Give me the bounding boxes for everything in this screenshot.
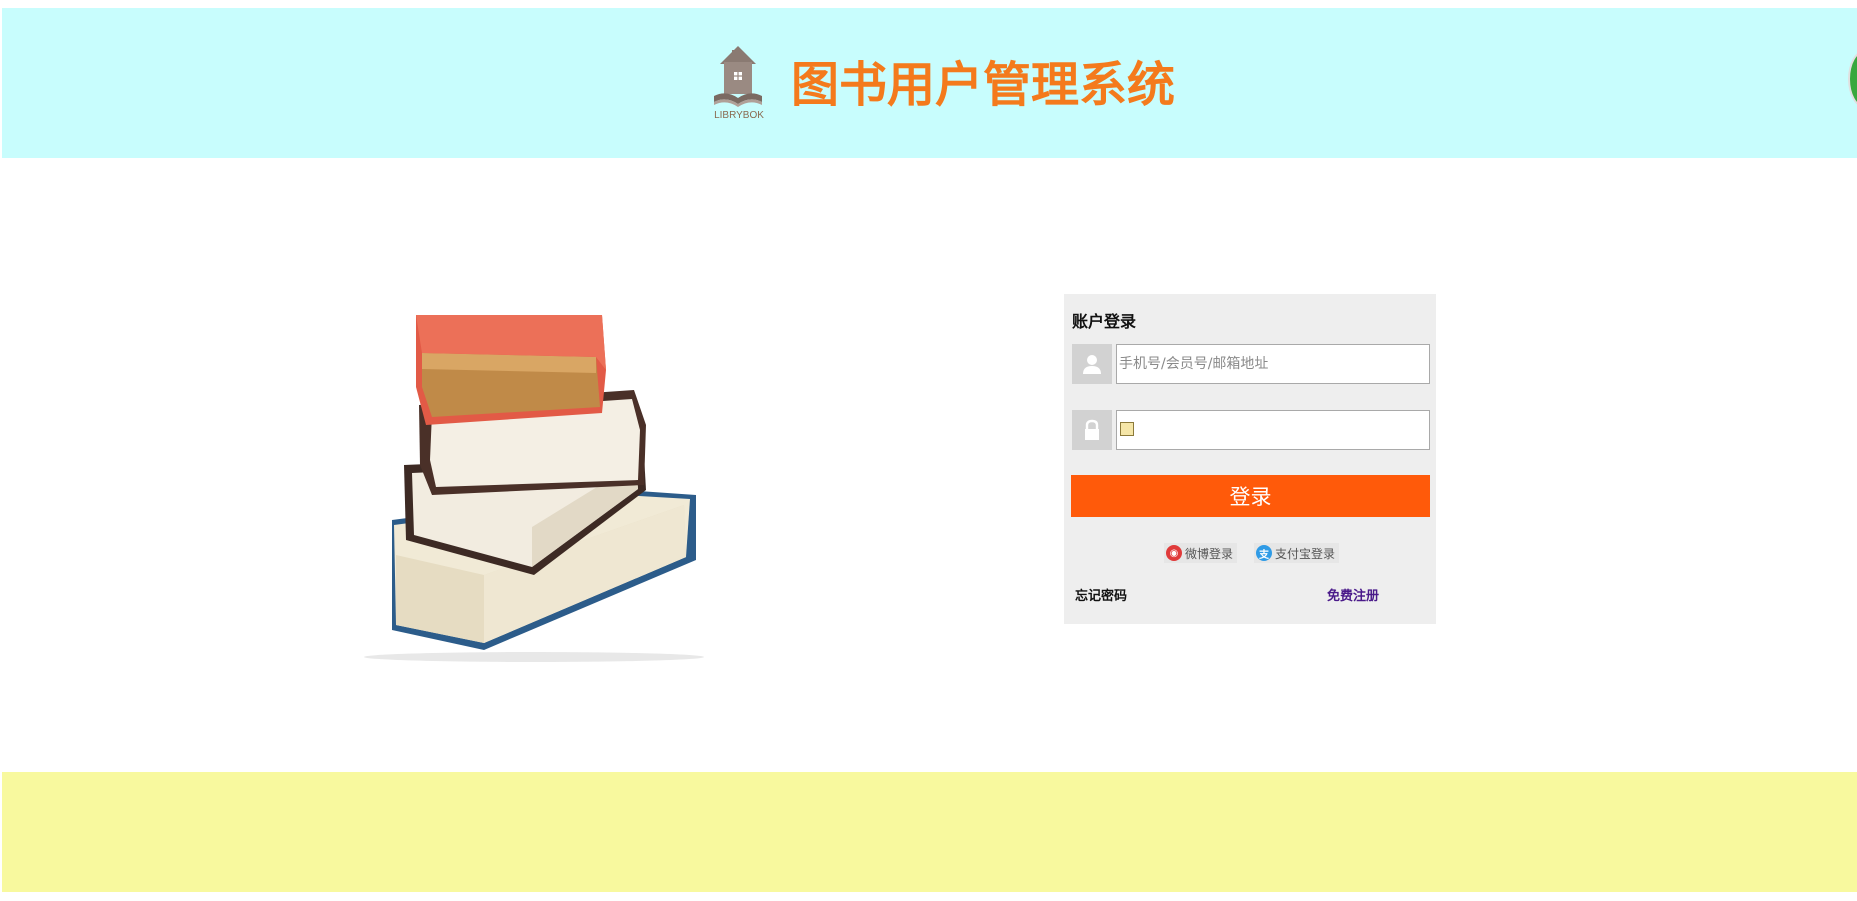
site-title: 图书用户管理系统 xyxy=(791,57,1176,113)
weibo-icon: ◉ xyxy=(1166,545,1182,561)
logo-text: LIBRYBOK xyxy=(714,110,764,121)
alipay-icon: 支 xyxy=(1256,545,1272,561)
alipay-login-label: 支付宝登录 xyxy=(1275,546,1336,561)
weibo-login-link[interactable]: ◉ 微博登录 xyxy=(1164,543,1238,563)
footer-bar xyxy=(2,772,1857,892)
login-button[interactable]: 登录 xyxy=(1071,475,1430,517)
password-input[interactable] xyxy=(1116,410,1430,450)
alipay-login-link[interactable]: 支 支付宝登录 xyxy=(1254,543,1340,563)
password-manager-key-icon[interactable] xyxy=(1120,422,1134,436)
password-field-group xyxy=(1072,410,1430,450)
username-field-group xyxy=(1072,344,1430,384)
weibo-login-label: 微博登录 xyxy=(1185,546,1234,561)
forgot-password-link[interactable]: 忘记密码 xyxy=(1075,585,1127,604)
lock-icon xyxy=(1072,410,1112,450)
register-link[interactable]: 免费注册 xyxy=(1327,585,1379,604)
login-panel-title: 账户登录 xyxy=(1072,312,1137,331)
user-icon xyxy=(1072,344,1112,384)
login-panel: 账户登录 登录 ◉ 微博登录 支 支付宝登录 忘记密码 免费注册 xyxy=(1064,294,1436,624)
username-input[interactable] xyxy=(1116,344,1430,384)
books-stack-image xyxy=(334,295,734,667)
